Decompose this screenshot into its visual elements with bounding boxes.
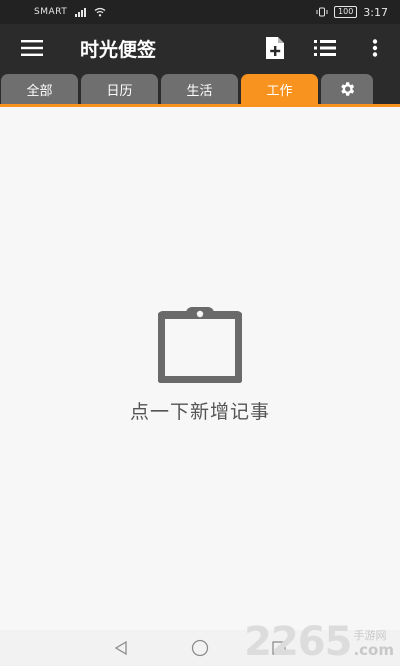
list-view-button[interactable] [300,24,350,72]
tab-label: 生活 [186,83,213,99]
hamburger-menu-icon [21,40,43,56]
home-circle-icon[interactable] [191,639,209,657]
vibrate-icon [316,7,328,17]
new-note-button[interactable] [250,24,300,72]
signal-icon [75,7,87,17]
tab-label: 全部 [26,83,53,99]
status-time: 3:17 [363,5,388,19]
empty-state-text: 点一下新增记事 [129,401,270,423]
watermark-domain: .com [353,641,394,659]
tab-settings[interactable] [321,74,373,104]
list-view-icon [314,40,336,56]
watermark-side: 手游网 .com [353,630,394,659]
battery-indicator: 100 [334,6,358,18]
carrier-label: SMART [34,7,68,17]
status-left: SMART [34,7,106,17]
tab-all[interactable]: 全部 [1,74,78,104]
status-bar: SMART 100 3:17 [0,0,400,24]
menu-button[interactable] [0,24,64,72]
tab-label: 工作 [266,83,293,99]
watermark-number: 2265 [244,619,352,665]
gear-icon [341,82,355,96]
wifi-icon [94,7,106,17]
tab-strip: 全部 日历 生活 工作 [0,72,400,106]
clipboard-icon [158,307,242,383]
app-bar: 时光便签 [0,24,400,72]
more-vert-icon [372,39,378,57]
new-note-icon [266,37,284,59]
app-title: 时光便签 [80,38,157,61]
empty-state[interactable]: 点一下新增记事 [0,307,400,424]
more-options-button[interactable] [350,24,400,72]
tab-life[interactable]: 生活 [161,74,238,104]
watermark: 2265 手游网 .com [244,622,394,662]
tab-label: 日历 [106,83,133,99]
tab-calendar[interactable]: 日历 [81,74,158,104]
notes-content[interactable]: 点一下新增记事 [0,107,400,630]
tab-work[interactable]: 工作 [241,74,318,104]
back-triangle-icon[interactable] [113,640,129,656]
status-right: 100 3:17 [316,6,388,19]
